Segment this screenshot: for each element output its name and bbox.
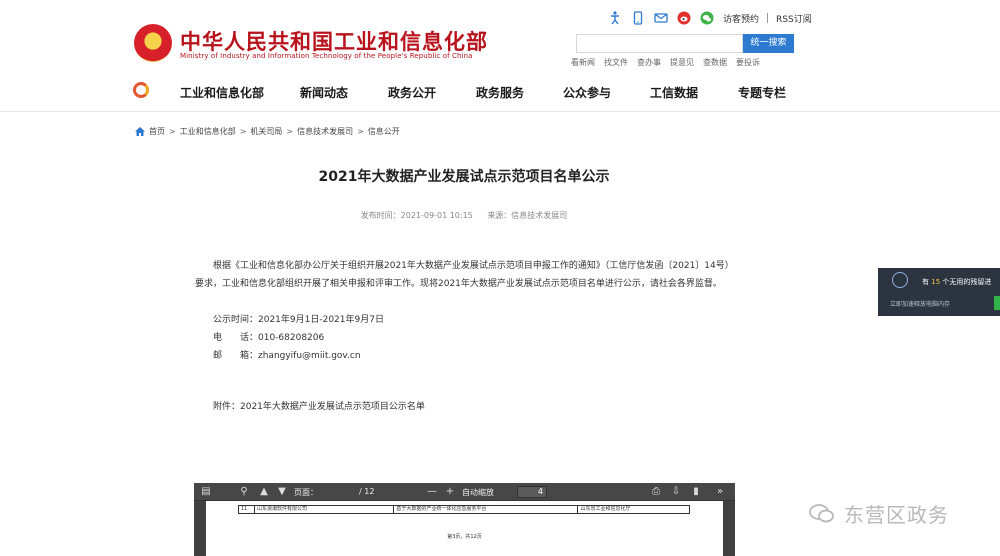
table-cell: 11 (239, 506, 255, 513)
quick-link-feedback[interactable]: 提意见 (670, 57, 694, 68)
nav-item-data[interactable]: 工信数据 (650, 84, 698, 101)
breadcrumb-separator: > (239, 127, 247, 136)
next-page-icon[interactable]: ▼ (276, 486, 288, 498)
article-title: 2021年大数据产业发展试点示范项目名单公示 (318, 169, 610, 185)
page-number-input[interactable]: 4 (517, 486, 547, 498)
bookmark-icon[interactable]: ▮ (690, 486, 702, 498)
nav-item-participation[interactable]: 公众参与 (563, 84, 611, 101)
national-emblem-icon[interactable] (134, 24, 172, 62)
popup-message: 有 15 个无用的残留进 (922, 278, 992, 286)
contact-phone: 电 话：010-68208206 (213, 333, 325, 343)
table-cell: 基于大数据的产业统一体化应急服务平台 (394, 506, 579, 513)
nav-logo-icon[interactable] (133, 82, 149, 98)
top-links: 访客预约 RSS订阅 (608, 10, 820, 26)
cleanup-popup[interactable]: 有 15 个无用的残留进 立即加速释放电脑内存 (878, 268, 1000, 316)
search-button[interactable]: 统一搜索 (743, 34, 794, 53)
breadcrumb-it-dept[interactable]: 信息技术发展司 (297, 126, 353, 137)
print-icon[interactable]: ⎙ (650, 486, 662, 498)
main-nav: 工业和信息化部 新闻动态 政务公开 政务服务 公众参与 工信数据 专题专栏 (0, 76, 1000, 106)
nav-item-topics[interactable]: 专题专栏 (738, 84, 786, 101)
shield-icon (892, 272, 908, 288)
sidebar-toggle-icon[interactable]: ▤ (200, 486, 212, 498)
wechat-logo-icon (809, 503, 834, 522)
quick-link-data[interactable]: 查数据 (703, 57, 727, 68)
breadcrumb-miit[interactable]: 工业和信息化部 (180, 126, 236, 137)
quick-link-files[interactable]: 找文件 (604, 57, 628, 68)
nav-item-news[interactable]: 新闻动态 (300, 84, 348, 101)
zoom-out-icon[interactable]: — (426, 486, 438, 498)
more-tools-icon[interactable]: » (714, 486, 726, 498)
quick-link-services[interactable]: 查办事 (637, 57, 661, 68)
attachment-link[interactable]: 附件：2021年大数据产业发展试点示范项目公示名单 (213, 399, 425, 412)
mail-icon[interactable] (654, 11, 668, 25)
residual-count: 15 (931, 278, 941, 286)
nav-item-miit[interactable]: 工业和信息化部 (180, 84, 264, 101)
pdf-toolbar: ▤ ⚲ ▲ ▼ 页面： 4 / 12 — + 自动缩放 ⎙ ⇩ ▮ » (194, 483, 735, 501)
article-meta: 发布时间：2021-09-01 10:15 来源：信息技术发展司 (0, 210, 928, 221)
pdf-page: 11 山东浪潮软件有限公司 基于大数据的产业统一体化应急服务平台 山东省工业和信… (206, 501, 723, 556)
quick-links: 看新闻 找文件 查办事 提意见 查数据 要投诉 (571, 57, 769, 68)
quick-link-complaint[interactable]: 要投诉 (736, 57, 760, 68)
breadcrumb-departments[interactable]: 机关司局 (250, 126, 282, 137)
quick-link-news[interactable]: 看新闻 (571, 57, 595, 68)
home-icon (135, 127, 145, 136)
zoom-in-icon[interactable]: + (444, 486, 456, 498)
prev-page-icon[interactable]: ▲ (258, 486, 270, 498)
nav-item-services[interactable]: 政务服务 (476, 84, 524, 101)
search-input[interactable] (576, 34, 743, 53)
table-row: 11 山东浪潮软件有限公司 基于大数据的产业统一体化应急服务平台 山东省工业和信… (238, 505, 690, 514)
site-subtitle: Ministry of Industry and Information Tec… (180, 52, 473, 60)
table-cell: 山东省工业和信息化厅 (580, 506, 631, 512)
search-icon[interactable]: ⚲ (238, 486, 250, 498)
download-icon[interactable]: ⇩ (670, 486, 682, 498)
pdf-page-footer: 第3页，共12页 (447, 534, 482, 540)
accessibility-icon[interactable] (608, 11, 622, 25)
popup-action-button[interactable] (994, 296, 1000, 310)
site-header: 中华人民共和国工业和信息化部 Ministry of Industry and … (0, 0, 1000, 112)
article-paragraph: 根据《工业和信息化部办公厅关于组织开展2021年大数据产业发展试点示范项目申报工… (195, 261, 734, 289)
watermark-text: 东营区政务 (844, 503, 949, 527)
publish-time: 发布时间：2021-09-01 10:15 (360, 211, 473, 220)
breadcrumb-info-disclosure[interactable]: 信息公开 (368, 126, 400, 137)
popup-subtext[interactable]: 立即加速释放电脑内存 (890, 299, 950, 308)
watermark: 东营区政务 (808, 499, 949, 528)
top-link-divider (767, 13, 769, 23)
reader-link[interactable]: 访客预约 (723, 12, 759, 25)
breadcrumb-separator: > (169, 127, 176, 136)
rss-link[interactable]: RSS订阅 (776, 12, 812, 25)
breadcrumb-separator: > (286, 127, 294, 136)
breadcrumb-home[interactable]: 首页 (149, 126, 165, 137)
mobile-icon[interactable] (631, 11, 645, 25)
nav-item-gov-affairs[interactable]: 政务公开 (388, 84, 436, 101)
table-cell: 山东浪潮软件有限公司 (255, 506, 395, 513)
contact-email: 邮 箱：zhangyifu@miit.gov.cn (213, 351, 361, 361)
breadcrumb: 首页 > 工业和信息化部 > 机关司局 > 信息技术发展司 > 信息公开 (135, 126, 400, 137)
pdf-viewer: ▤ ⚲ ▲ ▼ 页面： 4 / 12 — + 自动缩放 ⎙ ⇩ ▮ » 11 山… (194, 483, 735, 556)
weibo-icon[interactable] (677, 11, 691, 25)
notice-time: 公示时间：2021年9月1日-2021年9月7日 (213, 315, 384, 325)
page-total: / 12 (359, 487, 375, 496)
article-source: 来源：信息技术发展司 (487, 211, 568, 220)
wechat-icon[interactable] (700, 11, 714, 25)
zoom-select[interactable]: 自动缩放 (462, 487, 494, 498)
page-label: 页面： (294, 488, 318, 497)
breadcrumb-separator: > (357, 127, 364, 136)
